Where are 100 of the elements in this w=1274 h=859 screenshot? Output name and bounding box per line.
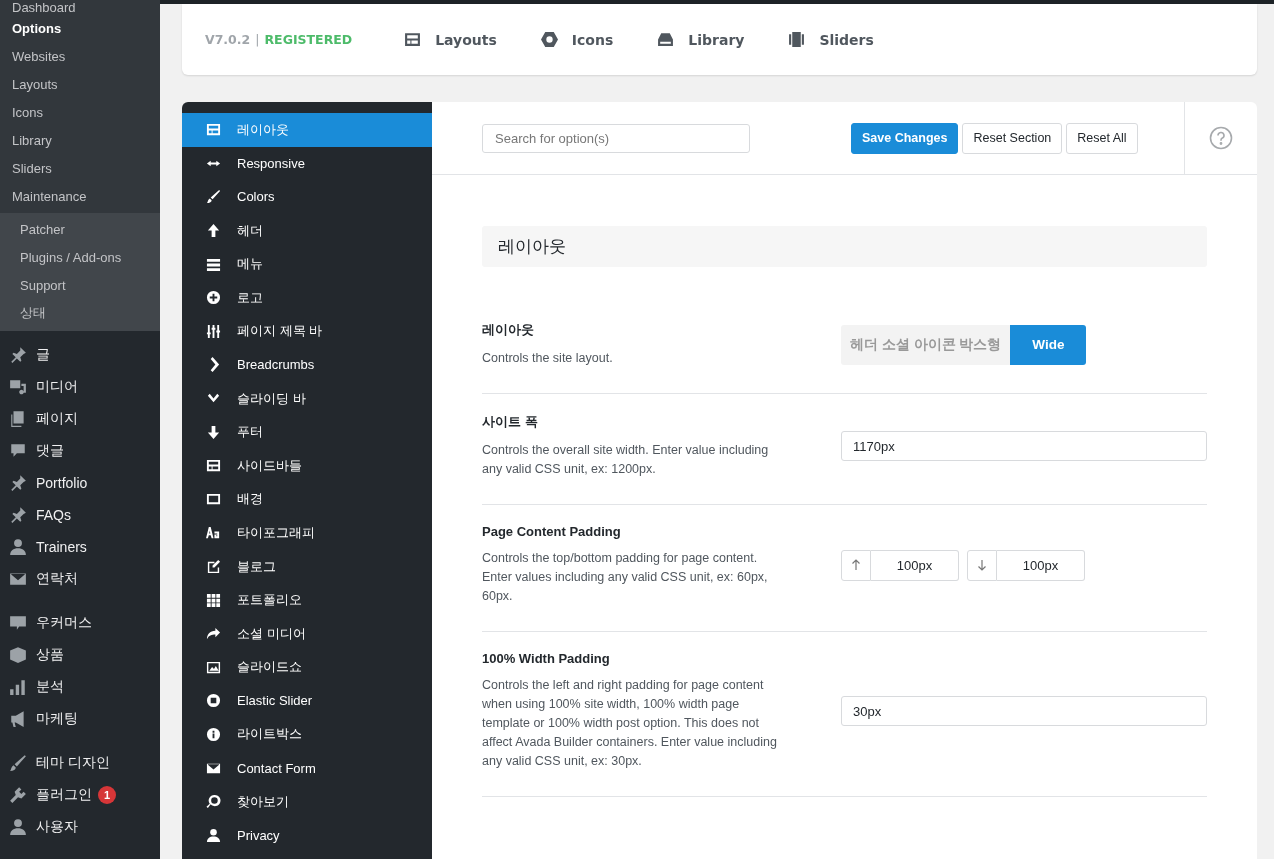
header-link[interactable]: Library: [657, 31, 745, 48]
admin-menu-item[interactable]: 연락처: [0, 563, 160, 595]
admin-menu-item[interactable]: Trainers: [0, 531, 160, 563]
save-button[interactable]: Save Changes: [851, 122, 959, 154]
arrow-down-icon: [206, 424, 221, 440]
option-title: 사이트 폭: [482, 413, 539, 431]
options-nav-item[interactable]: Responsive: [182, 146, 432, 181]
admin-menu-item[interactable]: 마케팅: [0, 703, 160, 735]
options-nav-item[interactable]: Elastic Slider: [182, 684, 432, 718]
reset-button[interactable]: Reset All: [1066, 122, 1138, 154]
options-nav-item[interactable]: Colors: [182, 180, 432, 214]
version-label: V7.0.2: [205, 32, 251, 47]
edit-icon: [206, 559, 221, 574]
admin-menu-item[interactable]: 댓글: [0, 435, 160, 467]
grid-icon: [206, 592, 221, 608]
envelope-icon: [9, 570, 27, 588]
options-nav-item[interactable]: 소셜 미디어: [182, 616, 432, 651]
options-nav-item[interactable]: 로고: [182, 280, 432, 315]
sliders-icon: [206, 323, 221, 339]
image-icon: [206, 659, 221, 675]
options-nav-item[interactable]: 블로그: [182, 549, 432, 584]
admin-menu-item[interactable]: 분석: [0, 671, 160, 703]
font-icon: [206, 525, 221, 541]
brush-icon: [9, 754, 27, 772]
admin-menu-item[interactable]: Icons: [0, 98, 160, 126]
option-description: Controls the top/bottom padding for page content. Enter values including any valid CSS unit, ex: 60px, 60px.: [482, 550, 769, 605]
search-field[interactable]: Search for option(s): [482, 123, 750, 153]
menu-icon: [206, 256, 221, 272]
value-field[interactable]: 1170px: [841, 431, 1207, 461]
options-nav-item[interactable]: 슬라이딩 바: [182, 381, 432, 416]
info-icon: [206, 727, 221, 742]
options-nav-item[interactable]: 라이트박스: [182, 717, 432, 752]
person-icon: [206, 827, 221, 843]
options-nav-item[interactable]: Privacy: [182, 818, 432, 853]
admin-menu-item[interactable]: 글: [0, 339, 160, 371]
options-nav-item[interactable]: 타이포그래피: [182, 516, 432, 550]
admin-menu-item[interactable]: Dashboard: [0, 0, 160, 14]
admin-menu-item[interactable]: Plugins / Add-ons: [8, 243, 160, 271]
admin-menu-item[interactable]: Layouts: [0, 70, 160, 98]
layout-icon: [206, 458, 221, 474]
options-nav-item[interactable]: 푸터: [182, 415, 432, 449]
options-nav-item[interactable]: 사이드바들: [182, 448, 432, 483]
admin-menu-item[interactable]: 우커머스: [0, 607, 160, 639]
brush-icon: [206, 189, 221, 205]
admin-menu-item[interactable]: 사용자: [0, 811, 160, 843]
separator-mark: |: [255, 32, 260, 47]
admin-menu-item[interactable]: Options: [0, 14, 160, 42]
option-title: 레이아웃: [482, 321, 535, 339]
admin-menu-item[interactable]: 상태: [8, 299, 160, 327]
options-nav-item[interactable]: Breadcrumbs: [182, 348, 432, 382]
admin-menu-item[interactable]: Library: [0, 126, 160, 154]
slides-icon: [788, 31, 806, 48]
header-link[interactable]: Layouts: [404, 31, 497, 48]
top-padding-field[interactable]: 100px: [871, 549, 959, 581]
layout-choice[interactable]: Wide: [1010, 324, 1087, 365]
count-badge: 1: [98, 786, 116, 804]
admin-menu-item[interactable]: Websites: [0, 42, 160, 70]
help-icon[interactable]: [1209, 126, 1233, 150]
box-icon: [9, 646, 27, 664]
option-description: Controls the left and right padding for page content when using 100% site width, 100% width page template or 100% width post option. This does not affect Avada Builder containers. Enter value including any valid CSS unit, ex: 30px.: [482, 677, 778, 770]
admin-menu-item[interactable]: 테마 디자인: [0, 747, 160, 779]
tray-icon: [657, 31, 675, 48]
admin-menu-item[interactable]: Portfolio: [0, 467, 160, 499]
options-nav-item[interactable]: 배경: [182, 482, 432, 517]
admin-menu-item[interactable]: Patcher: [8, 215, 160, 243]
section-title: 레이아웃: [482, 226, 1207, 267]
options-nav-item[interactable]: 슬라이드쇼: [182, 650, 432, 685]
value-field[interactable]: 30px: [841, 696, 1207, 726]
options-nav-item[interactable]: 레이아웃: [182, 113, 432, 147]
arrow-up-icon: [841, 549, 871, 581]
options-nav-item[interactable]: 페이지 제목 바: [182, 314, 432, 349]
admin-menu-item[interactable]: FAQs: [0, 499, 160, 531]
options-nav-item[interactable]: 포트폴리오: [182, 583, 432, 617]
layout-icon: [206, 122, 221, 138]
monitor-icon: [206, 491, 221, 507]
header-link[interactable]: Icons: [540, 31, 614, 48]
bottom-padding-field[interactable]: 100px: [997, 549, 1085, 581]
option-title: 100% Width Padding: [482, 651, 611, 666]
option-title: Page Content Padding: [482, 524, 622, 539]
header-link[interactable]: Sliders: [788, 31, 874, 48]
options-nav-item[interactable]: 헤더: [182, 213, 432, 248]
reset-button[interactable]: Reset Section: [962, 122, 1063, 154]
admin-menu-item[interactable]: 페이지: [0, 403, 160, 435]
options-nav-item[interactable]: 메뉴: [182, 247, 432, 281]
admin-menu-item[interactable]: Sliders: [0, 154, 160, 182]
person-icon: [9, 818, 27, 836]
pin-icon: [9, 474, 27, 492]
admin-menu-item[interactable]: Maintenance: [0, 182, 160, 210]
person-icon: [9, 538, 27, 556]
admin-menu-item[interactable]: 상품: [0, 639, 160, 671]
pin-icon: [9, 346, 27, 364]
bar-chart-icon: [9, 678, 27, 696]
admin-menu-item[interactable]: 미디어: [0, 371, 160, 403]
options-nav-item[interactable]: 찾아보기: [182, 784, 432, 819]
media-icon: [9, 378, 27, 396]
layout-icon: [404, 31, 422, 48]
options-nav-item[interactable]: Contact Form: [182, 751, 432, 785]
admin-menu-item[interactable]: 플러그인 1: [0, 779, 160, 811]
megaphone-icon: [9, 710, 27, 728]
admin-menu-item[interactable]: Support: [8, 271, 160, 299]
